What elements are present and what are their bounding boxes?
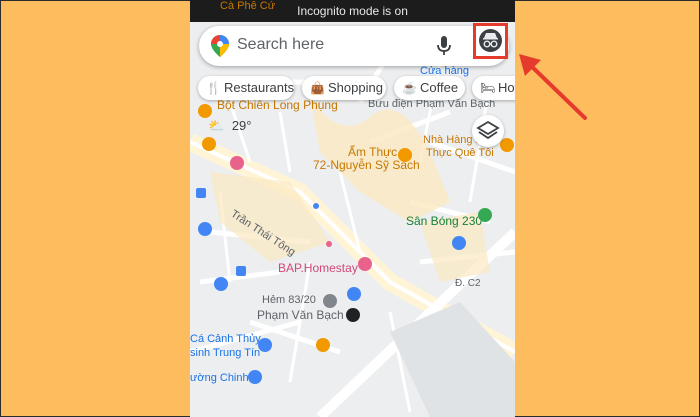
search-input[interactable]: Search here — [237, 36, 324, 54]
map-label-thuc-que-toi[interactable]: Thực Quê Tôi — [426, 147, 494, 159]
chip-label: Coffee — [420, 80, 459, 95]
chip-label: Hote — [498, 80, 515, 95]
small-dot-icon — [326, 241, 332, 247]
bus-stop-icon[interactable] — [236, 266, 246, 276]
bed-icon: 🛏 — [480, 81, 496, 95]
google-maps-pin-icon — [211, 35, 229, 57]
chip-label: Shopping — [328, 80, 383, 95]
weather-cloud-sun-icon: ⛅ — [208, 118, 225, 133]
chip-hotels[interactable]: 🛏Hote — [472, 76, 515, 100]
park-pin-icon[interactable] — [478, 208, 492, 222]
shop-pin-icon[interactable] — [347, 287, 361, 301]
coffee-pin-icon[interactable] — [316, 338, 330, 352]
shop-pin-icon[interactable] — [452, 236, 466, 250]
map-label-hem[interactable]: Hẻm 83/20 — [262, 294, 316, 306]
hotel-pin-icon[interactable] — [358, 257, 372, 271]
food-pin-icon[interactable] — [202, 137, 216, 151]
map-label-ca-phe[interactable]: Cà Phê Cứ — [220, 0, 275, 12]
map-label-sinh-trung-tin[interactable]: sinh Trung Tín — [190, 347, 260, 359]
current-location-dot-icon — [346, 308, 360, 322]
shop-pin-icon[interactable] — [198, 222, 212, 236]
coffee-icon: ☕ — [402, 81, 417, 95]
chip-label: Restaurants — [224, 80, 294, 95]
shop-pin-icon[interactable] — [248, 370, 262, 384]
layers-icon — [476, 120, 500, 140]
hotel-pin-icon[interactable] — [230, 156, 244, 170]
map-label-am-thuc[interactable]: Ẩm Thực — [348, 145, 397, 159]
map-label-san-bong[interactable]: Sân Bóng 230 — [406, 214, 482, 228]
food-pin-icon[interactable] — [398, 148, 412, 162]
phone-screen: Incognito mode is on Cà Phê Cứ Cửa hàng … — [190, 0, 515, 417]
map-label-duong-c2: Đ. C2 — [455, 278, 481, 289]
restaurant-icon: 🍴 — [206, 81, 221, 95]
chip-shopping[interactable]: 👜 Shopping — [302, 76, 386, 100]
red-arrow-annotation — [519, 54, 587, 120]
mic-icon[interactable] — [437, 36, 451, 56]
map-label-bot-chien[interactable]: Bột Chiên Long Phụng — [217, 98, 338, 112]
place-pin-icon[interactable] — [323, 294, 337, 308]
shop-pin-icon[interactable] — [258, 338, 272, 352]
incognito-avatar-button[interactable] — [473, 23, 508, 59]
bus-stop-icon[interactable] — [196, 188, 206, 198]
food-pin-icon[interactable] — [198, 104, 212, 118]
incognito-avatar-icon — [479, 29, 502, 52]
chip-coffee[interactable]: ☕ Coffee — [394, 76, 465, 100]
small-dot-icon — [313, 203, 319, 209]
layers-button[interactable] — [472, 115, 504, 147]
map-label-duong-chinh[interactable]: ường Chinh — [190, 372, 249, 384]
map-label-ca-canh[interactable]: Cá Cảnh Thủy — [190, 333, 261, 345]
chip-restaurants[interactable]: 🍴 Restaurants — [198, 76, 294, 100]
weather-widget[interactable]: ⛅ 29° — [208, 118, 251, 134]
shop-pin-icon[interactable] — [214, 277, 228, 291]
map-label-pham-van-bach: Phạm Văn Bạch — [257, 308, 344, 322]
search-bar[interactable]: Search here — [199, 26, 509, 66]
shopping-bag-icon: 👜 — [310, 81, 325, 95]
map-label-bap-homestay[interactable]: BAP.Homestay — [278, 261, 358, 275]
weather-temperature: 29° — [231, 118, 252, 133]
category-chips: 🍴Restaurants 👜Shopping ☕Coffee 🛏Hote — [190, 76, 515, 100]
